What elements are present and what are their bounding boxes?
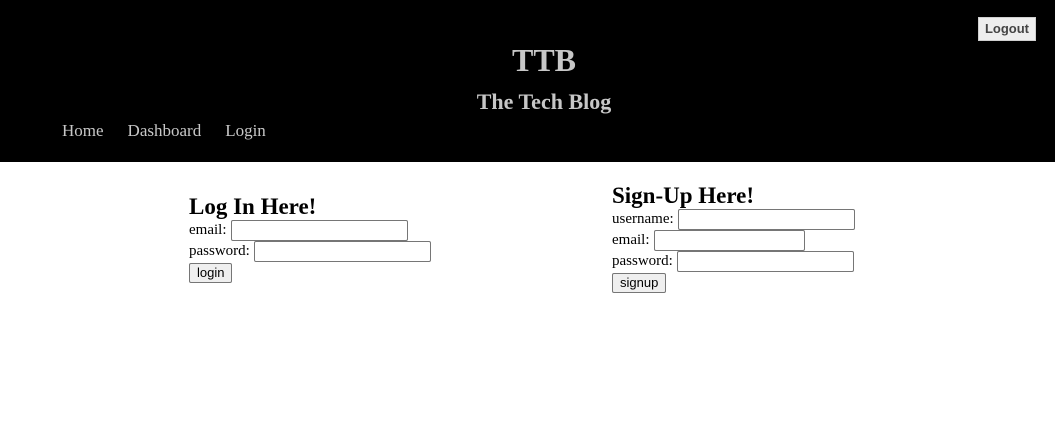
login-password-label: password: <box>189 243 250 259</box>
signup-password-row: password: <box>612 251 855 272</box>
logout-button[interactable]: Logout <box>978 17 1036 41</box>
signup-email-input[interactable] <box>653 230 805 251</box>
login-password-row: password: <box>189 241 431 262</box>
login-heading: Log In Here! <box>189 194 317 219</box>
signup-form: Sign-Up Here! username: email: password:… <box>612 183 855 293</box>
nav-link-dashboard[interactable]: Dashboard <box>128 120 202 142</box>
login-email-row: email: <box>189 220 431 241</box>
login-email-label: email: <box>189 222 227 238</box>
login-button[interactable]: login <box>189 263 233 283</box>
signup-username-row: username: <box>612 209 855 230</box>
signup-username-label: username: <box>612 211 674 227</box>
nav-link-login[interactable]: Login <box>225 120 266 142</box>
signup-email-row: email: <box>612 230 855 251</box>
login-form: Log In Here! email: password: login <box>189 194 431 283</box>
site-header: Logout TTB The Tech Blog Home Dashboard … <box>0 0 1055 162</box>
signup-password-input[interactable] <box>676 251 854 272</box>
signup-email-label: email: <box>612 232 650 248</box>
site-subtitle: The Tech Blog <box>476 89 612 114</box>
nav-link-home[interactable]: Home <box>62 120 104 142</box>
login-password-input[interactable] <box>253 241 431 262</box>
signup-password-label: password: <box>612 253 673 269</box>
signup-button[interactable]: signup <box>612 273 667 293</box>
login-email-input[interactable] <box>230 220 408 241</box>
signup-username-input[interactable] <box>677 209 855 230</box>
signup-heading: Sign-Up Here! <box>612 183 755 208</box>
main-nav: Home Dashboard Login <box>62 120 290 142</box>
site-title: TTB <box>511 42 577 78</box>
